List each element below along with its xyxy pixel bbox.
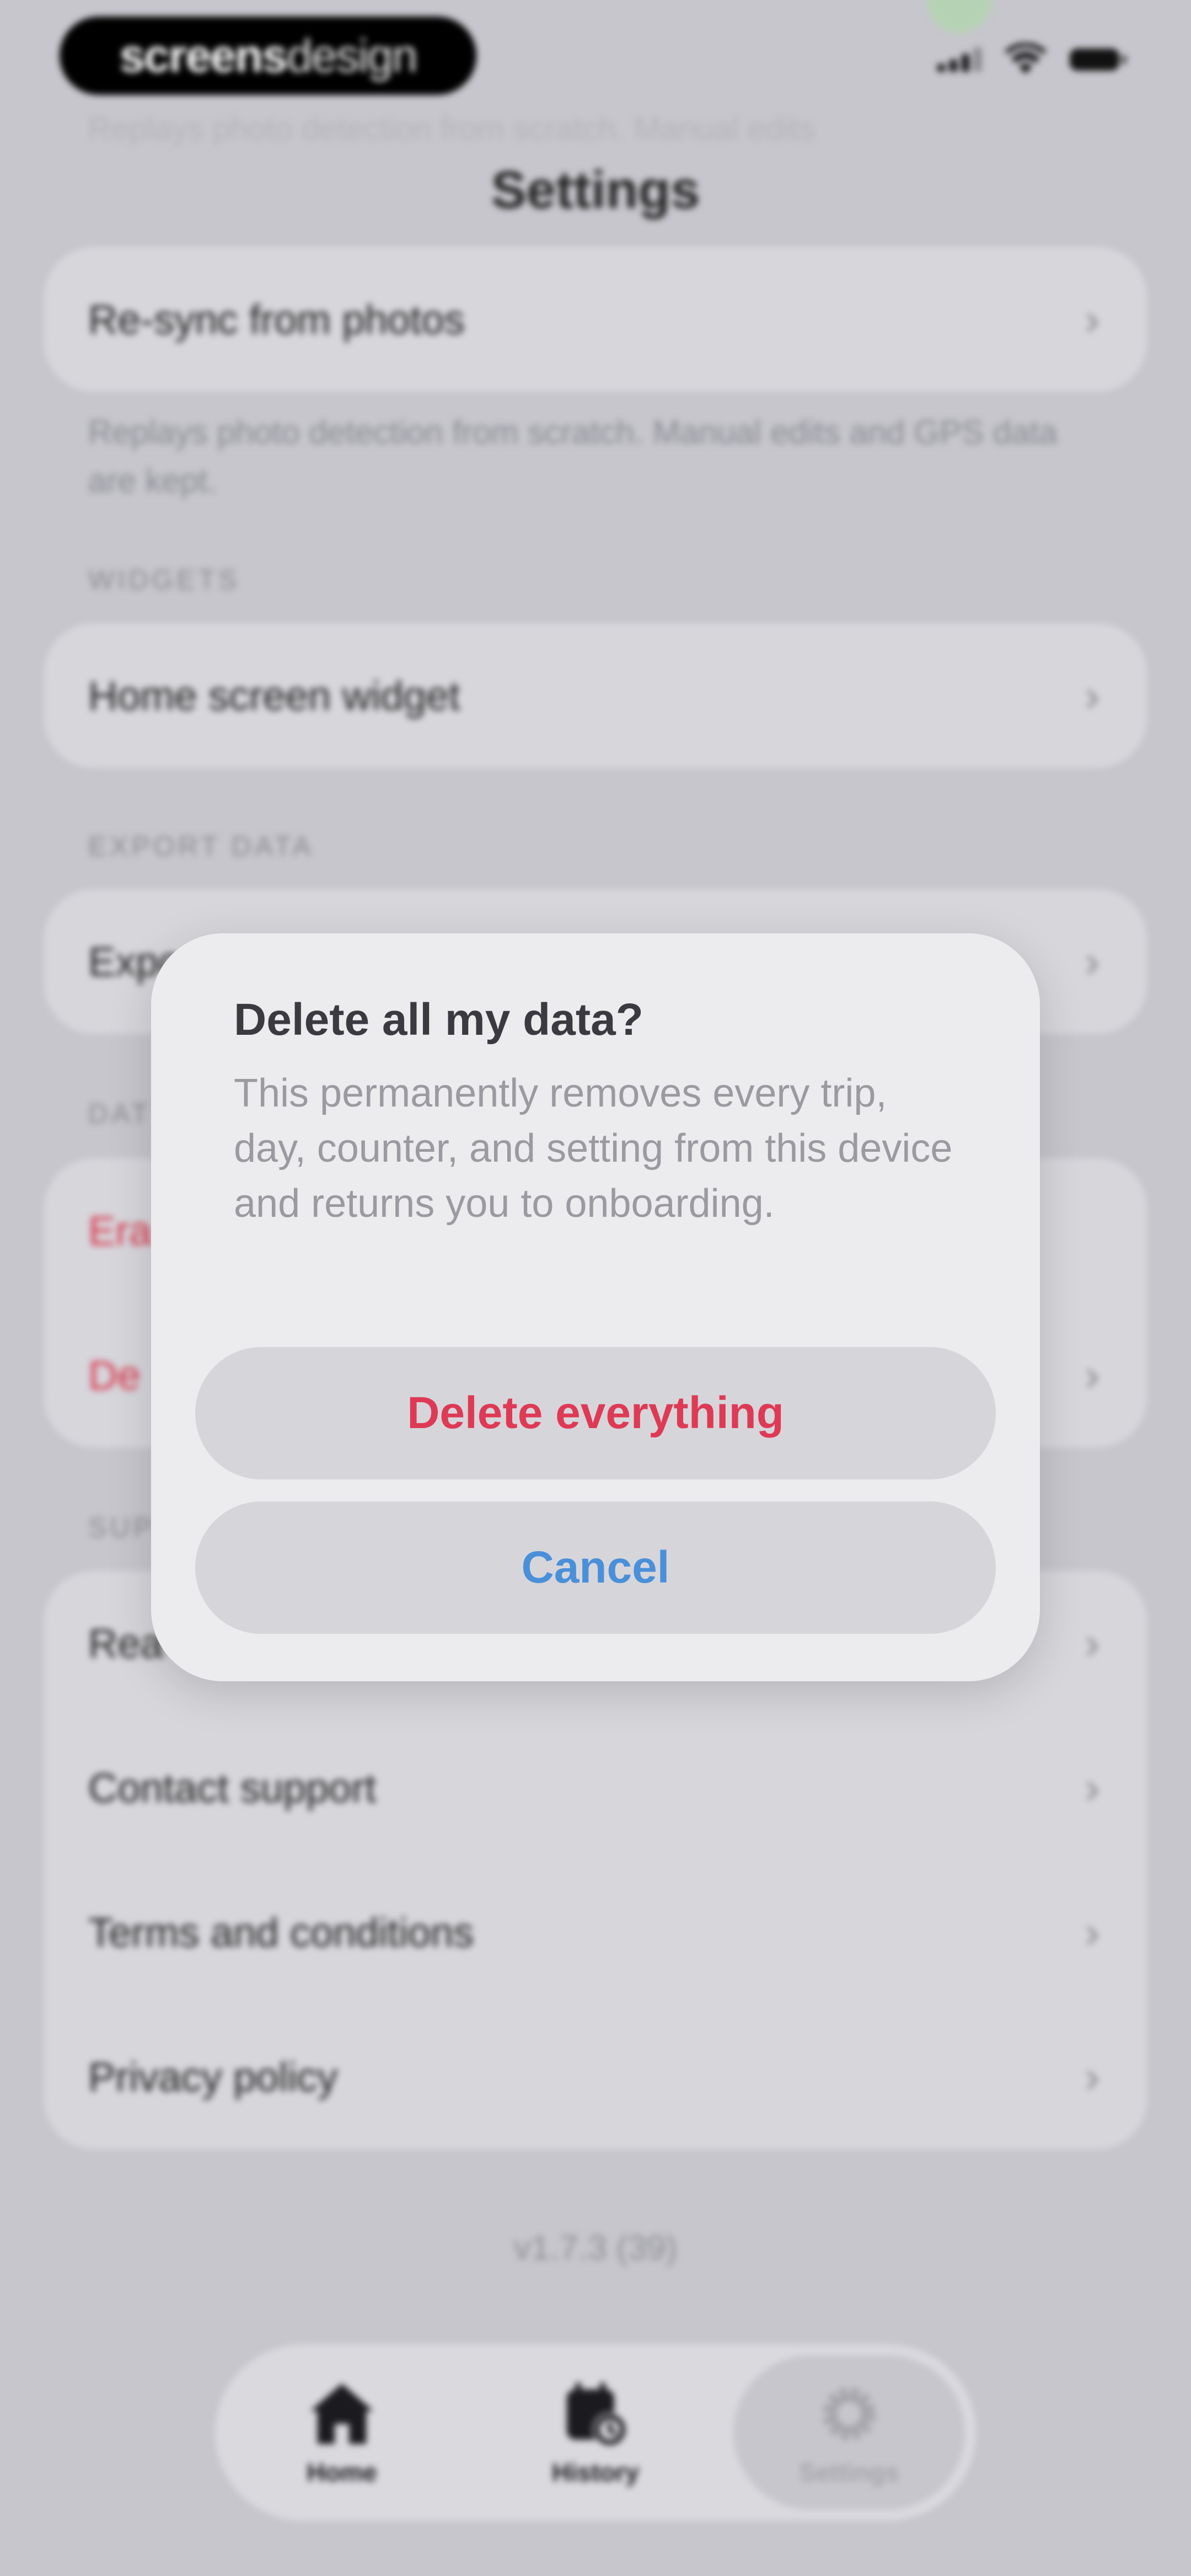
support-item-label: Terms and conditions <box>88 1909 474 1955</box>
screen: Settings Replays photo detection from sc… <box>0 0 1191 2576</box>
support-item-label: Contact support <box>88 1765 377 1811</box>
cellular-signal-icon <box>937 47 981 72</box>
chevron-right-icon: › <box>1085 1618 1099 1668</box>
gear-icon <box>822 2387 876 2441</box>
resync-row[interactable]: Re-sync from photos › <box>44 247 1147 392</box>
section-label-data: DAT <box>88 1098 152 1129</box>
delete-everything-button[interactable]: Delete everything <box>195 1347 996 1479</box>
chevron-right-icon: › <box>1085 295 1099 344</box>
support-row-terms[interactable]: Terms and conditions › <box>44 1860 1147 2005</box>
calendar-clock-icon <box>567 2382 627 2447</box>
app-version: v1.7.3 (39) <box>513 2229 678 2267</box>
tab-label: Settings <box>799 2458 899 2487</box>
chevron-right-icon: › <box>1085 1350 1099 1399</box>
tab-label: Home <box>307 2458 377 2487</box>
page-title: Settings <box>491 161 700 220</box>
section-label-support: SUP <box>88 1512 155 1543</box>
section-label-export: EXPORT DATA <box>88 831 314 862</box>
tab-bar: Home History Settings <box>215 2344 976 2521</box>
chevron-right-icon: › <box>1085 671 1099 720</box>
chevron-right-icon: › <box>1085 1907 1099 1957</box>
chevron-right-icon: › <box>1085 1763 1099 1812</box>
home-widget-label: Home screen widget <box>88 672 460 719</box>
status-icons <box>937 43 1126 76</box>
faded-scroll-text: Replays photo detection from scratch. Ma… <box>88 111 816 147</box>
widgets-card: Home screen widget › <box>44 623 1147 768</box>
chevron-right-icon: › <box>1085 937 1099 986</box>
home-icon <box>310 2383 374 2444</box>
dialog-title: Delete all my data? <box>234 995 643 1045</box>
chevron-right-icon: › <box>1085 2052 1099 2101</box>
tab-settings[interactable]: Settings <box>733 2355 965 2510</box>
delete-data-dialog: Delete all my data? This permanently rem… <box>151 933 1040 1681</box>
section-label-widgets: WIDGETS <box>88 564 240 595</box>
wifi-icon <box>1005 43 1047 74</box>
delete-label: De <box>88 1352 141 1398</box>
support-row-privacy[interactable]: Privacy policy › <box>44 2005 1147 2149</box>
support-item-label: Privacy policy <box>88 2054 338 2100</box>
support-row-contact[interactable]: Contact support › <box>44 1715 1147 1860</box>
screensdesign-badge: screens design <box>60 17 476 95</box>
cancel-button[interactable]: Cancel <box>195 1501 996 1634</box>
support-item-label: Rea <box>88 1620 163 1666</box>
resync-note: Replays photo detection from scratch. Ma… <box>88 414 1058 499</box>
badge-text-bold: screens <box>119 29 288 82</box>
resync-label: Re-sync from photos <box>88 296 465 343</box>
tab-label: History <box>551 2458 640 2487</box>
resync-card: Re-sync from photos › <box>44 247 1147 392</box>
battery-icon <box>1070 49 1126 71</box>
home-widget-row[interactable]: Home screen widget › <box>44 623 1147 768</box>
erase-label: Era <box>88 1207 152 1254</box>
badge-text-light: design <box>287 29 418 82</box>
dialog-message: This permanently removes every trip, day… <box>234 1071 953 1226</box>
tab-history[interactable]: History <box>480 2355 711 2510</box>
status-indicator-dot <box>926 0 993 33</box>
tab-home[interactable]: Home <box>226 2355 458 2510</box>
